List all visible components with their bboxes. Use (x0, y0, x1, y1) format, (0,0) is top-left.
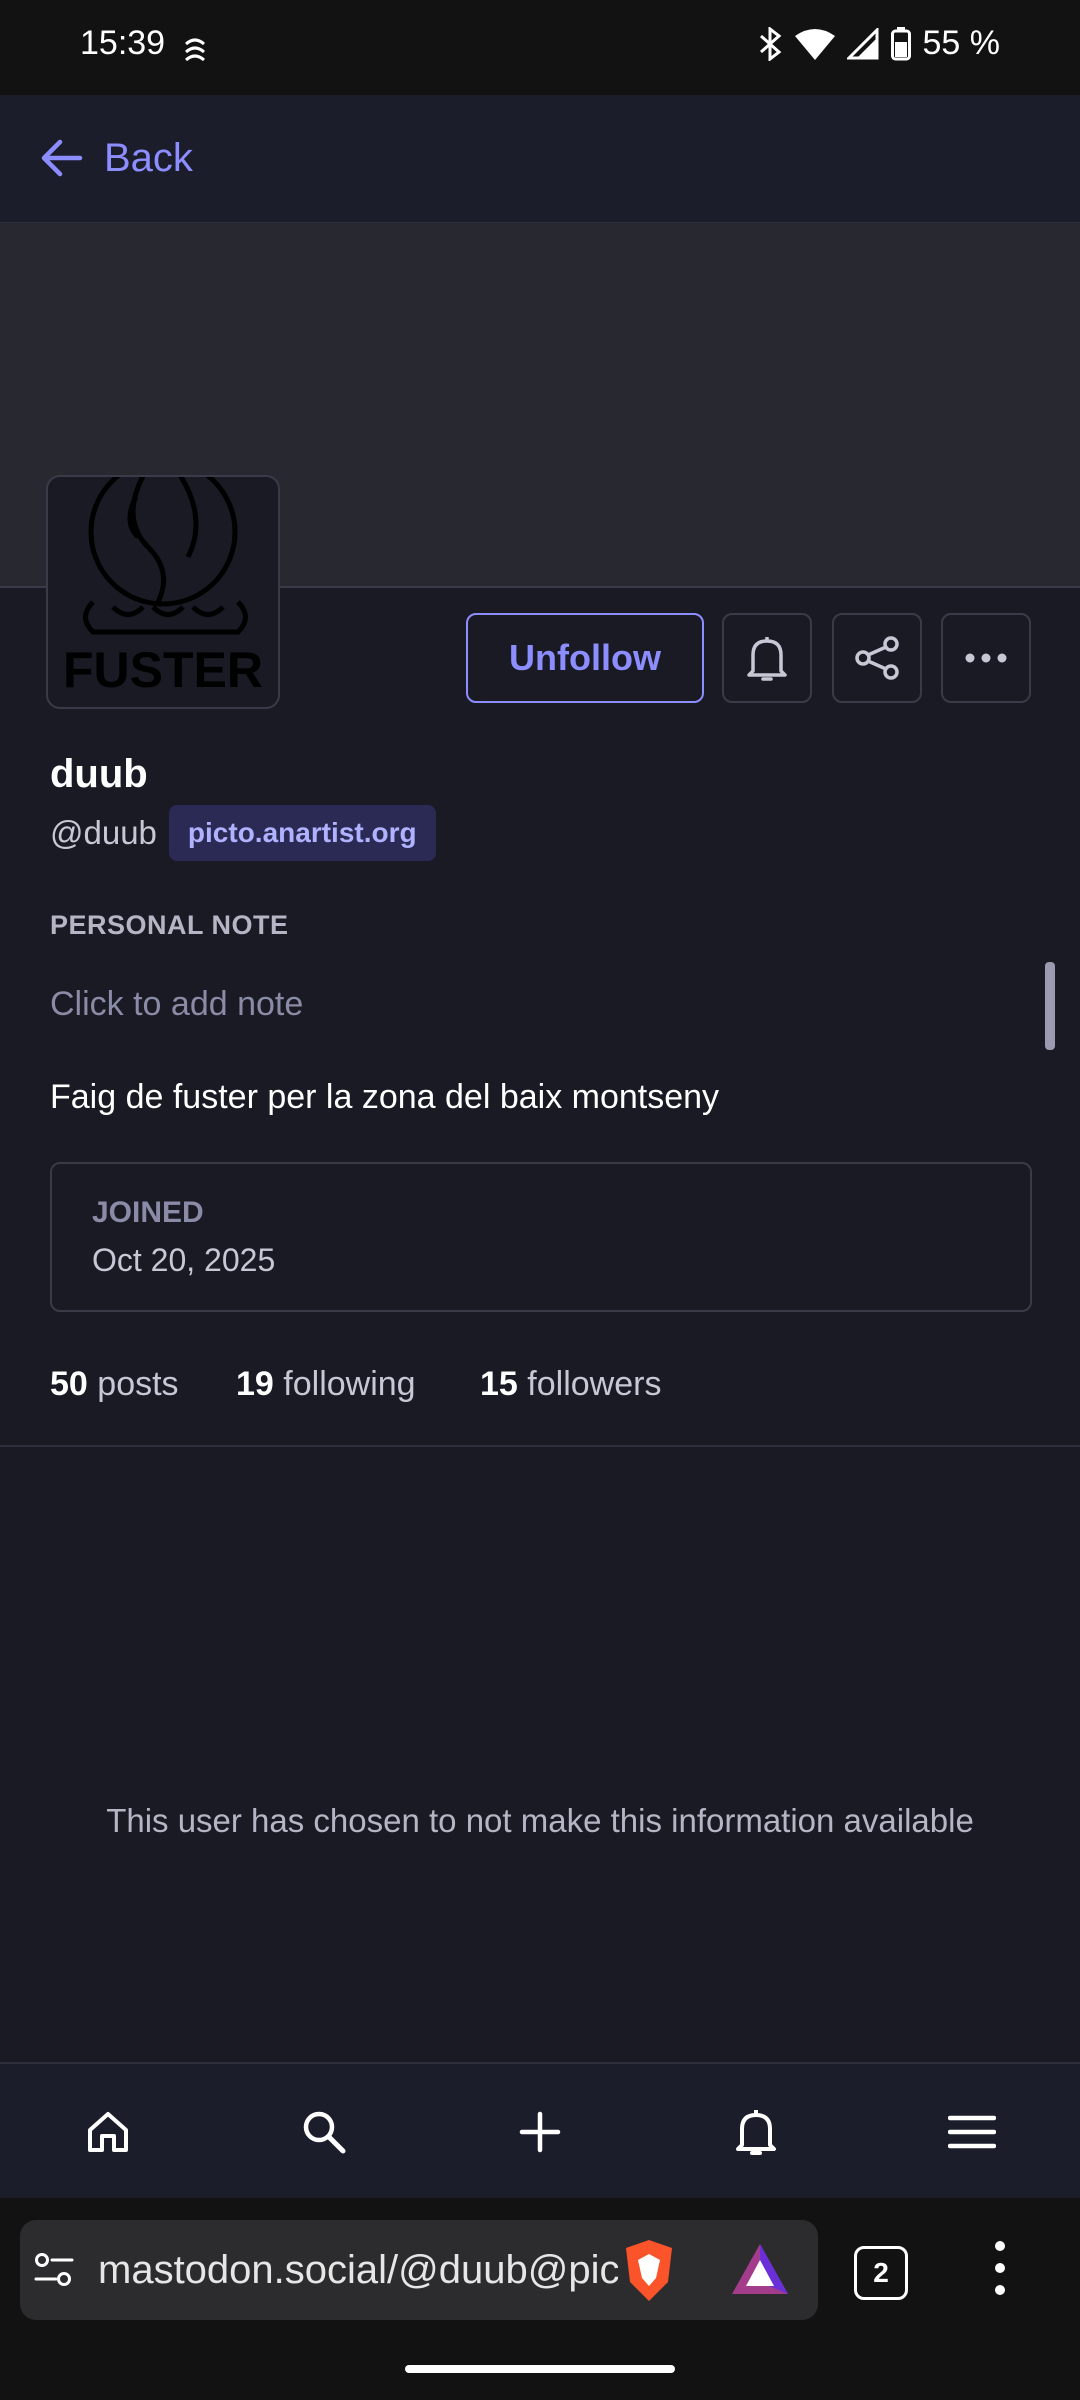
nav-menu[interactable] (932, 2092, 1012, 2172)
brave-rewards-icon[interactable] (730, 2242, 790, 2298)
followers-label: followers (527, 1365, 662, 1403)
bell-icon (747, 637, 787, 681)
following-label: following (283, 1365, 416, 1403)
search-icon (303, 2111, 346, 2154)
personal-note-label: PERSONAL NOTE (50, 910, 289, 940)
address-bar[interactable]: mastodon.social/@duub@picto.anartist.org (20, 2220, 818, 2320)
back-button[interactable]: Back (40, 125, 193, 191)
signal-icon (846, 27, 878, 59)
notify-button[interactable] (722, 613, 812, 703)
home-indicator[interactable] (405, 2365, 675, 2373)
joined-date: Oct 20, 2025 (92, 1242, 276, 1278)
divider (0, 1445, 1080, 1447)
bottom-nav (0, 2062, 1080, 2200)
followers-count-link[interactable]: 15 followers (480, 1365, 661, 1404)
unfollow-button[interactable]: Unfollow (466, 613, 704, 703)
display-name: duub (50, 752, 148, 796)
top-nav: Back (0, 95, 1080, 224)
hamburger-menu-icon (948, 2115, 996, 2149)
handle-row: @duub picto.anartist.org (50, 805, 436, 861)
url-text[interactable]: mastodon.social/@duub@picto.anartist.org (98, 2248, 618, 2293)
posts-count: 50 (50, 1365, 88, 1403)
brave-shields-icon[interactable] (620, 2238, 678, 2304)
following-count-link[interactable]: 19 following (236, 1365, 416, 1404)
back-label: Back (104, 135, 193, 180)
posts-label: posts (97, 1365, 179, 1403)
battery-icon (890, 26, 911, 60)
avatar-logo: FUSTER (63, 477, 263, 698)
domain-badge[interactable]: picto.anartist.org (168, 805, 436, 861)
avatar[interactable]: FUSTER (46, 475, 280, 709)
avatar-text: FUSTER (63, 642, 263, 698)
account-handle: @duub (50, 814, 157, 851)
joined-label: JOINED (92, 1196, 204, 1229)
share-button[interactable] (832, 613, 922, 703)
wifi-icon (794, 28, 835, 60)
status-time: 15:39 (80, 24, 166, 62)
nav-notifications[interactable] (716, 2092, 796, 2172)
tabs-button[interactable]: 2 (854, 2246, 908, 2300)
bell-icon (736, 2110, 776, 2155)
nav-home[interactable] (68, 2092, 148, 2172)
arrow-left-icon (41, 139, 83, 177)
more-vertical-icon[interactable] (980, 2238, 1020, 2298)
more-options-button[interactable] (941, 613, 1031, 703)
plus-icon (519, 2111, 561, 2153)
site-settings-icon[interactable] (34, 2252, 74, 2288)
followers-count: 15 (480, 1365, 518, 1403)
battery-percent: 55 % (922, 24, 1001, 62)
empty-state-message: This user has chosen to not make this in… (106, 1802, 974, 1839)
home-icon (88, 2112, 128, 2152)
joined-field: JOINED Oct 20, 2025 (50, 1162, 1032, 1312)
nav-search[interactable] (284, 2092, 364, 2172)
profile-bio: Faig de fuster per la zona del baix mont… (50, 1078, 720, 1116)
personal-note-input[interactable]: Click to add note (50, 985, 303, 1024)
bluetooth-icon (759, 26, 781, 61)
data-saver-icon (185, 38, 205, 62)
following-count: 19 (236, 1365, 274, 1403)
status-bar: 15:39 55 % (0, 0, 1080, 95)
posts-count-link[interactable]: 50 posts (50, 1365, 179, 1404)
more-horizontal-icon (965, 653, 1007, 663)
share-icon (855, 636, 899, 680)
nav-compose[interactable] (500, 2092, 580, 2172)
note-scrollbar[interactable] (1045, 962, 1055, 1050)
